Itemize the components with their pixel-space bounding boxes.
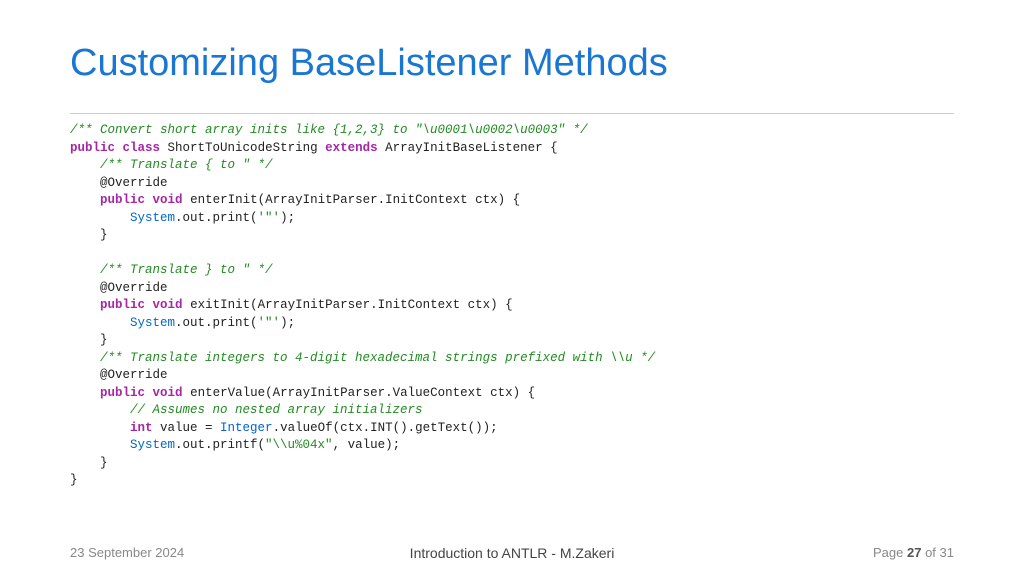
- indent: [70, 438, 130, 452]
- kw-public-4: public: [100, 386, 145, 400]
- out-print-2: .out.print(: [175, 316, 258, 330]
- footer-date: 23 September 2024: [70, 545, 184, 560]
- printf-tail: , value);: [333, 438, 401, 452]
- final-brace: }: [70, 473, 78, 487]
- kw-void-2: void: [153, 298, 183, 312]
- kw-public-2: public: [100, 193, 145, 207]
- val-assign: value =: [153, 421, 221, 435]
- footer-page: Page 27 of 31: [873, 545, 954, 560]
- slide-title: Customizing BaseListener Methods: [70, 42, 954, 85]
- kw-public: public: [70, 141, 115, 155]
- slide-content: Customizing BaseListener Methods /** Con…: [0, 0, 1024, 490]
- brace-close-2: }: [70, 333, 108, 347]
- comment-header: /** Convert short array inits like {1,2,…: [70, 123, 588, 137]
- system-1: System: [130, 211, 175, 225]
- page-label: Page: [873, 545, 907, 560]
- system-2: System: [130, 316, 175, 330]
- brace-close-3: }: [70, 456, 108, 470]
- kw-class: class: [123, 141, 161, 155]
- kw-public-3: public: [100, 298, 145, 312]
- override-2: @Override: [70, 281, 168, 295]
- fmt-str: "\\u%04x": [265, 438, 333, 452]
- slide-footer: 23 September 2024 Introduction to ANTLR …: [70, 545, 954, 560]
- method2-sig: exitInit(ArrayInitParser.InitContext ctx…: [183, 298, 513, 312]
- out-print-1: .out.print(: [175, 211, 258, 225]
- page-number: 27: [907, 545, 921, 560]
- comment-exit: /** Translate } to " */: [70, 263, 273, 277]
- comment-assume: // Assumes no nested array initializers: [70, 403, 423, 417]
- kw-int: int: [130, 421, 153, 435]
- classname: ShortToUnicodeString: [160, 141, 325, 155]
- indent: [70, 421, 130, 435]
- indent: [70, 193, 100, 207]
- kw-extends: extends: [325, 141, 378, 155]
- str-1: '"': [258, 211, 281, 225]
- baseclass: ArrayInitBaseListener {: [378, 141, 558, 155]
- indent: [70, 298, 100, 312]
- code-block: /** Convert short array inits like {1,2,…: [70, 113, 954, 490]
- str-2: '"': [258, 316, 281, 330]
- system-3: System: [130, 438, 175, 452]
- indent: [70, 211, 130, 225]
- kw-void-1: void: [153, 193, 183, 207]
- method3-sig: enterValue(ArrayInitParser.ValueContext …: [183, 386, 536, 400]
- override-1: @Override: [70, 176, 168, 190]
- integer-cls: Integer: [220, 421, 273, 435]
- comment-value: /** Translate integers to 4-digit hexade…: [70, 351, 655, 365]
- brace-close-1: }: [70, 228, 108, 242]
- close-2: );: [280, 316, 295, 330]
- footer-title: Introduction to ANTLR - M.Zakeri: [410, 545, 615, 561]
- page-total: of 31: [921, 545, 954, 560]
- comment-enter: /** Translate { to " */: [70, 158, 273, 172]
- close-1: );: [280, 211, 295, 225]
- valueof: .valueOf(ctx.INT().getText());: [273, 421, 498, 435]
- kw-void-3: void: [153, 386, 183, 400]
- indent: [70, 316, 130, 330]
- indent: [70, 386, 100, 400]
- method1-sig: enterInit(ArrayInitParser.InitContext ct…: [183, 193, 521, 207]
- out-printf: .out.printf(: [175, 438, 265, 452]
- override-3: @Override: [70, 368, 168, 382]
